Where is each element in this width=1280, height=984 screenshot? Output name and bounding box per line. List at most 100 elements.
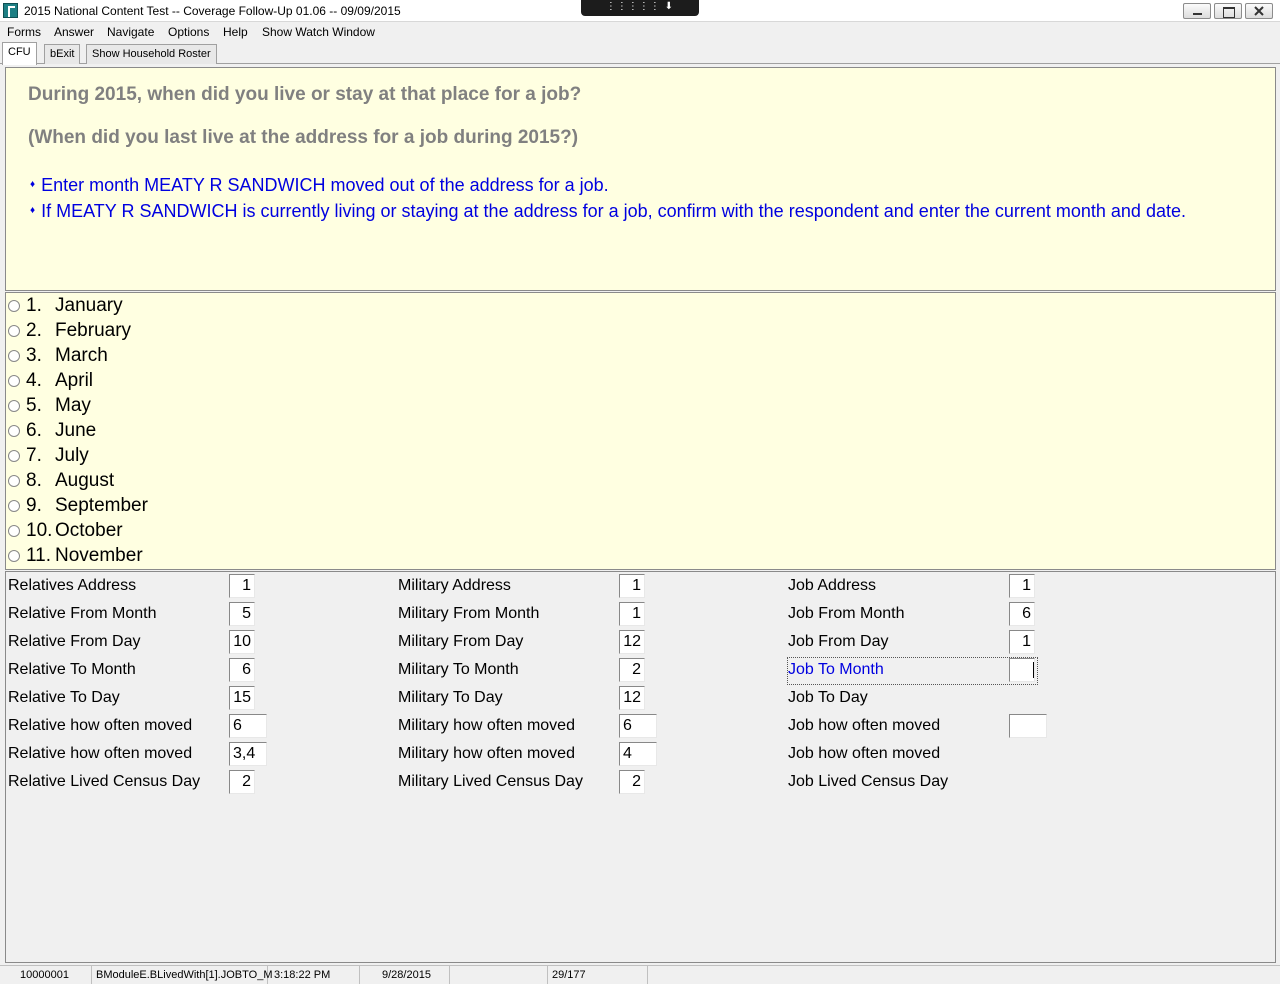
menu-show-watch-window[interactable]: Show Watch Window — [262, 25, 375, 39]
military-lived-census-day-field[interactable]: 2 — [619, 770, 645, 794]
relative-from-day-field[interactable]: 10 — [229, 630, 255, 654]
option-label: May — [55, 395, 91, 416]
option-number: 3. — [26, 345, 42, 366]
option-number: 2. — [26, 320, 42, 341]
menu-bar: Forms Answer Navigate Options Help Show … — [0, 22, 1280, 42]
diamond-bullet-icon: ♦ — [30, 205, 36, 216]
relative-to-month-field[interactable]: 6 — [229, 658, 255, 682]
close-icon — [1254, 6, 1264, 16]
menu-forms[interactable]: Forms — [7, 25, 41, 39]
option-label: January — [55, 295, 123, 316]
military-how-often-moved-label: Military how often moved — [398, 745, 575, 762]
job-from-day-label: Job From Day — [788, 633, 889, 650]
status-case-id: 10000001 — [0, 966, 92, 984]
tab-show-household-roster[interactable]: Show Household Roster — [86, 44, 217, 64]
military-to-day-field[interactable]: 12 — [619, 686, 645, 710]
option-label: June — [55, 420, 97, 441]
radio-button[interactable] — [8, 325, 20, 337]
tab-cfu[interactable]: CFU — [2, 42, 37, 65]
status-bar: 10000001 BModuleE.BLivedWith[1].JOBTO_M … — [0, 965, 1280, 984]
military-from-month-field[interactable]: 1 — [619, 602, 645, 626]
option-number: 4. — [26, 370, 42, 391]
option-label: October — [55, 520, 123, 541]
status-date: 9/28/2015 — [360, 966, 450, 984]
radio-button[interactable] — [8, 550, 20, 562]
radio-button[interactable] — [8, 425, 20, 437]
text-cursor — [1033, 661, 1034, 678]
military-how-often-moved-field[interactable]: 6 — [619, 714, 657, 738]
military-how-often-moved-label: Military how often moved — [398, 717, 575, 734]
job-address-field[interactable]: 1 — [1009, 574, 1035, 598]
answer-options-panel: 1. January 2. February 3. March 4. April… — [5, 292, 1276, 570]
military-address-field[interactable]: 1 — [619, 574, 645, 598]
menu-navigate[interactable]: Navigate — [107, 25, 154, 39]
radio-button[interactable] — [8, 350, 20, 362]
option-number: 5. — [26, 395, 42, 416]
military-to-month-label: Military To Month — [398, 661, 519, 678]
instruction-text: If MEATY R SANDWICH is currently living … — [41, 201, 1186, 221]
job-to-month-label: Job To Month — [788, 661, 884, 678]
menu-options[interactable]: Options — [168, 25, 209, 39]
radio-button[interactable] — [8, 300, 20, 312]
close-button[interactable] — [1245, 3, 1273, 19]
military-how-often-moved-field[interactable]: 4 — [619, 742, 657, 766]
diamond-bullet-icon: ♦ — [30, 179, 36, 190]
job-from-day-field[interactable]: 1 — [1009, 630, 1035, 654]
relative-how-often-moved-field[interactable]: 3,4 — [229, 742, 267, 766]
tab-strip: CFU bExit Show Household Roster — [0, 42, 1280, 65]
relative-how-often-moved-label: Relative how often moved — [8, 745, 193, 762]
option-number: 7. — [26, 445, 42, 466]
minimize-button[interactable] — [1183, 3, 1211, 19]
relative-to-day-field[interactable]: 15 — [229, 686, 255, 710]
relative-from-month-label: Relative From Month — [8, 605, 157, 622]
job-from-month-field[interactable]: 6 — [1009, 602, 1035, 626]
option-number: 8. — [26, 470, 42, 491]
relatives-address-field[interactable]: 1 — [229, 574, 255, 598]
military-from-day-field[interactable]: 12 — [619, 630, 645, 654]
option-number: 10. — [26, 520, 53, 541]
watch-panel: Relatives Address 1 Relative From Month … — [5, 571, 1276, 963]
radio-button[interactable] — [8, 475, 20, 487]
radio-button[interactable] — [8, 375, 20, 387]
job-how-often-moved-field[interactable] — [1009, 714, 1047, 738]
option-number: 9. — [26, 495, 42, 516]
relative-how-often-moved-field[interactable]: 6 — [229, 714, 267, 738]
job-address-label: Job Address — [788, 577, 877, 594]
app-icon[interactable] — [3, 3, 18, 18]
military-address-label: Military Address — [398, 577, 511, 594]
tab-bexit[interactable]: bExit — [44, 44, 81, 64]
relative-to-day-label: Relative To Day — [8, 689, 120, 706]
military-lived-census-day-label: Military Lived Census Day — [398, 773, 583, 790]
option-label: August — [55, 470, 115, 491]
instruction-item: ♦ If MEATY R SANDWICH is currently living… — [30, 201, 1186, 222]
radio-button[interactable] — [8, 450, 20, 462]
radio-button[interactable] — [8, 525, 20, 537]
relative-to-month-label: Relative To Month — [8, 661, 136, 678]
relative-lived-census-day-field[interactable]: 2 — [229, 770, 255, 794]
status-empty — [450, 966, 548, 984]
military-to-month-field[interactable]: 2 — [619, 658, 645, 682]
menu-help[interactable]: Help — [223, 25, 248, 39]
option-number: 6. — [26, 420, 42, 441]
radio-button[interactable] — [8, 400, 20, 412]
question-alt-text: (When did you last live at the address f… — [28, 127, 579, 148]
status-time: 3:18:22 PM — [268, 966, 360, 984]
military-from-day-label: Military From Day — [398, 633, 524, 650]
military-to-day-label: Military To Day — [398, 689, 503, 706]
job-how-often-moved-label: Job how often moved — [788, 717, 941, 734]
relative-lived-census-day-label: Relative Lived Census Day — [8, 773, 201, 790]
option-label: February — [55, 320, 132, 341]
remote-control-bar[interactable]: ⋮⋮⋮⋮⋮ ⬇ ⋮⋮⋮⋮⋮ — [581, 0, 699, 26]
question-panel: During 2015, when did you live or stay a… — [5, 67, 1276, 291]
status-field-name: BModuleE.BLivedWith[1].JOBTO_M — [92, 966, 272, 984]
relative-from-month-field[interactable]: 5 — [229, 602, 255, 626]
maximize-button[interactable] — [1214, 3, 1242, 19]
job-to-month-field[interactable] — [1009, 658, 1035, 682]
option-number: 1. — [26, 295, 42, 316]
question-text: During 2015, when did you live or stay a… — [28, 84, 582, 105]
job-to-day-label: Job To Day — [788, 689, 868, 706]
instruction-text: Enter month MEATY R SANDWICH moved out o… — [41, 175, 609, 195]
menu-answer[interactable]: Answer — [54, 25, 94, 39]
window-title: 2015 National Content Test -- Coverage F… — [24, 4, 401, 18]
radio-button[interactable] — [8, 500, 20, 512]
